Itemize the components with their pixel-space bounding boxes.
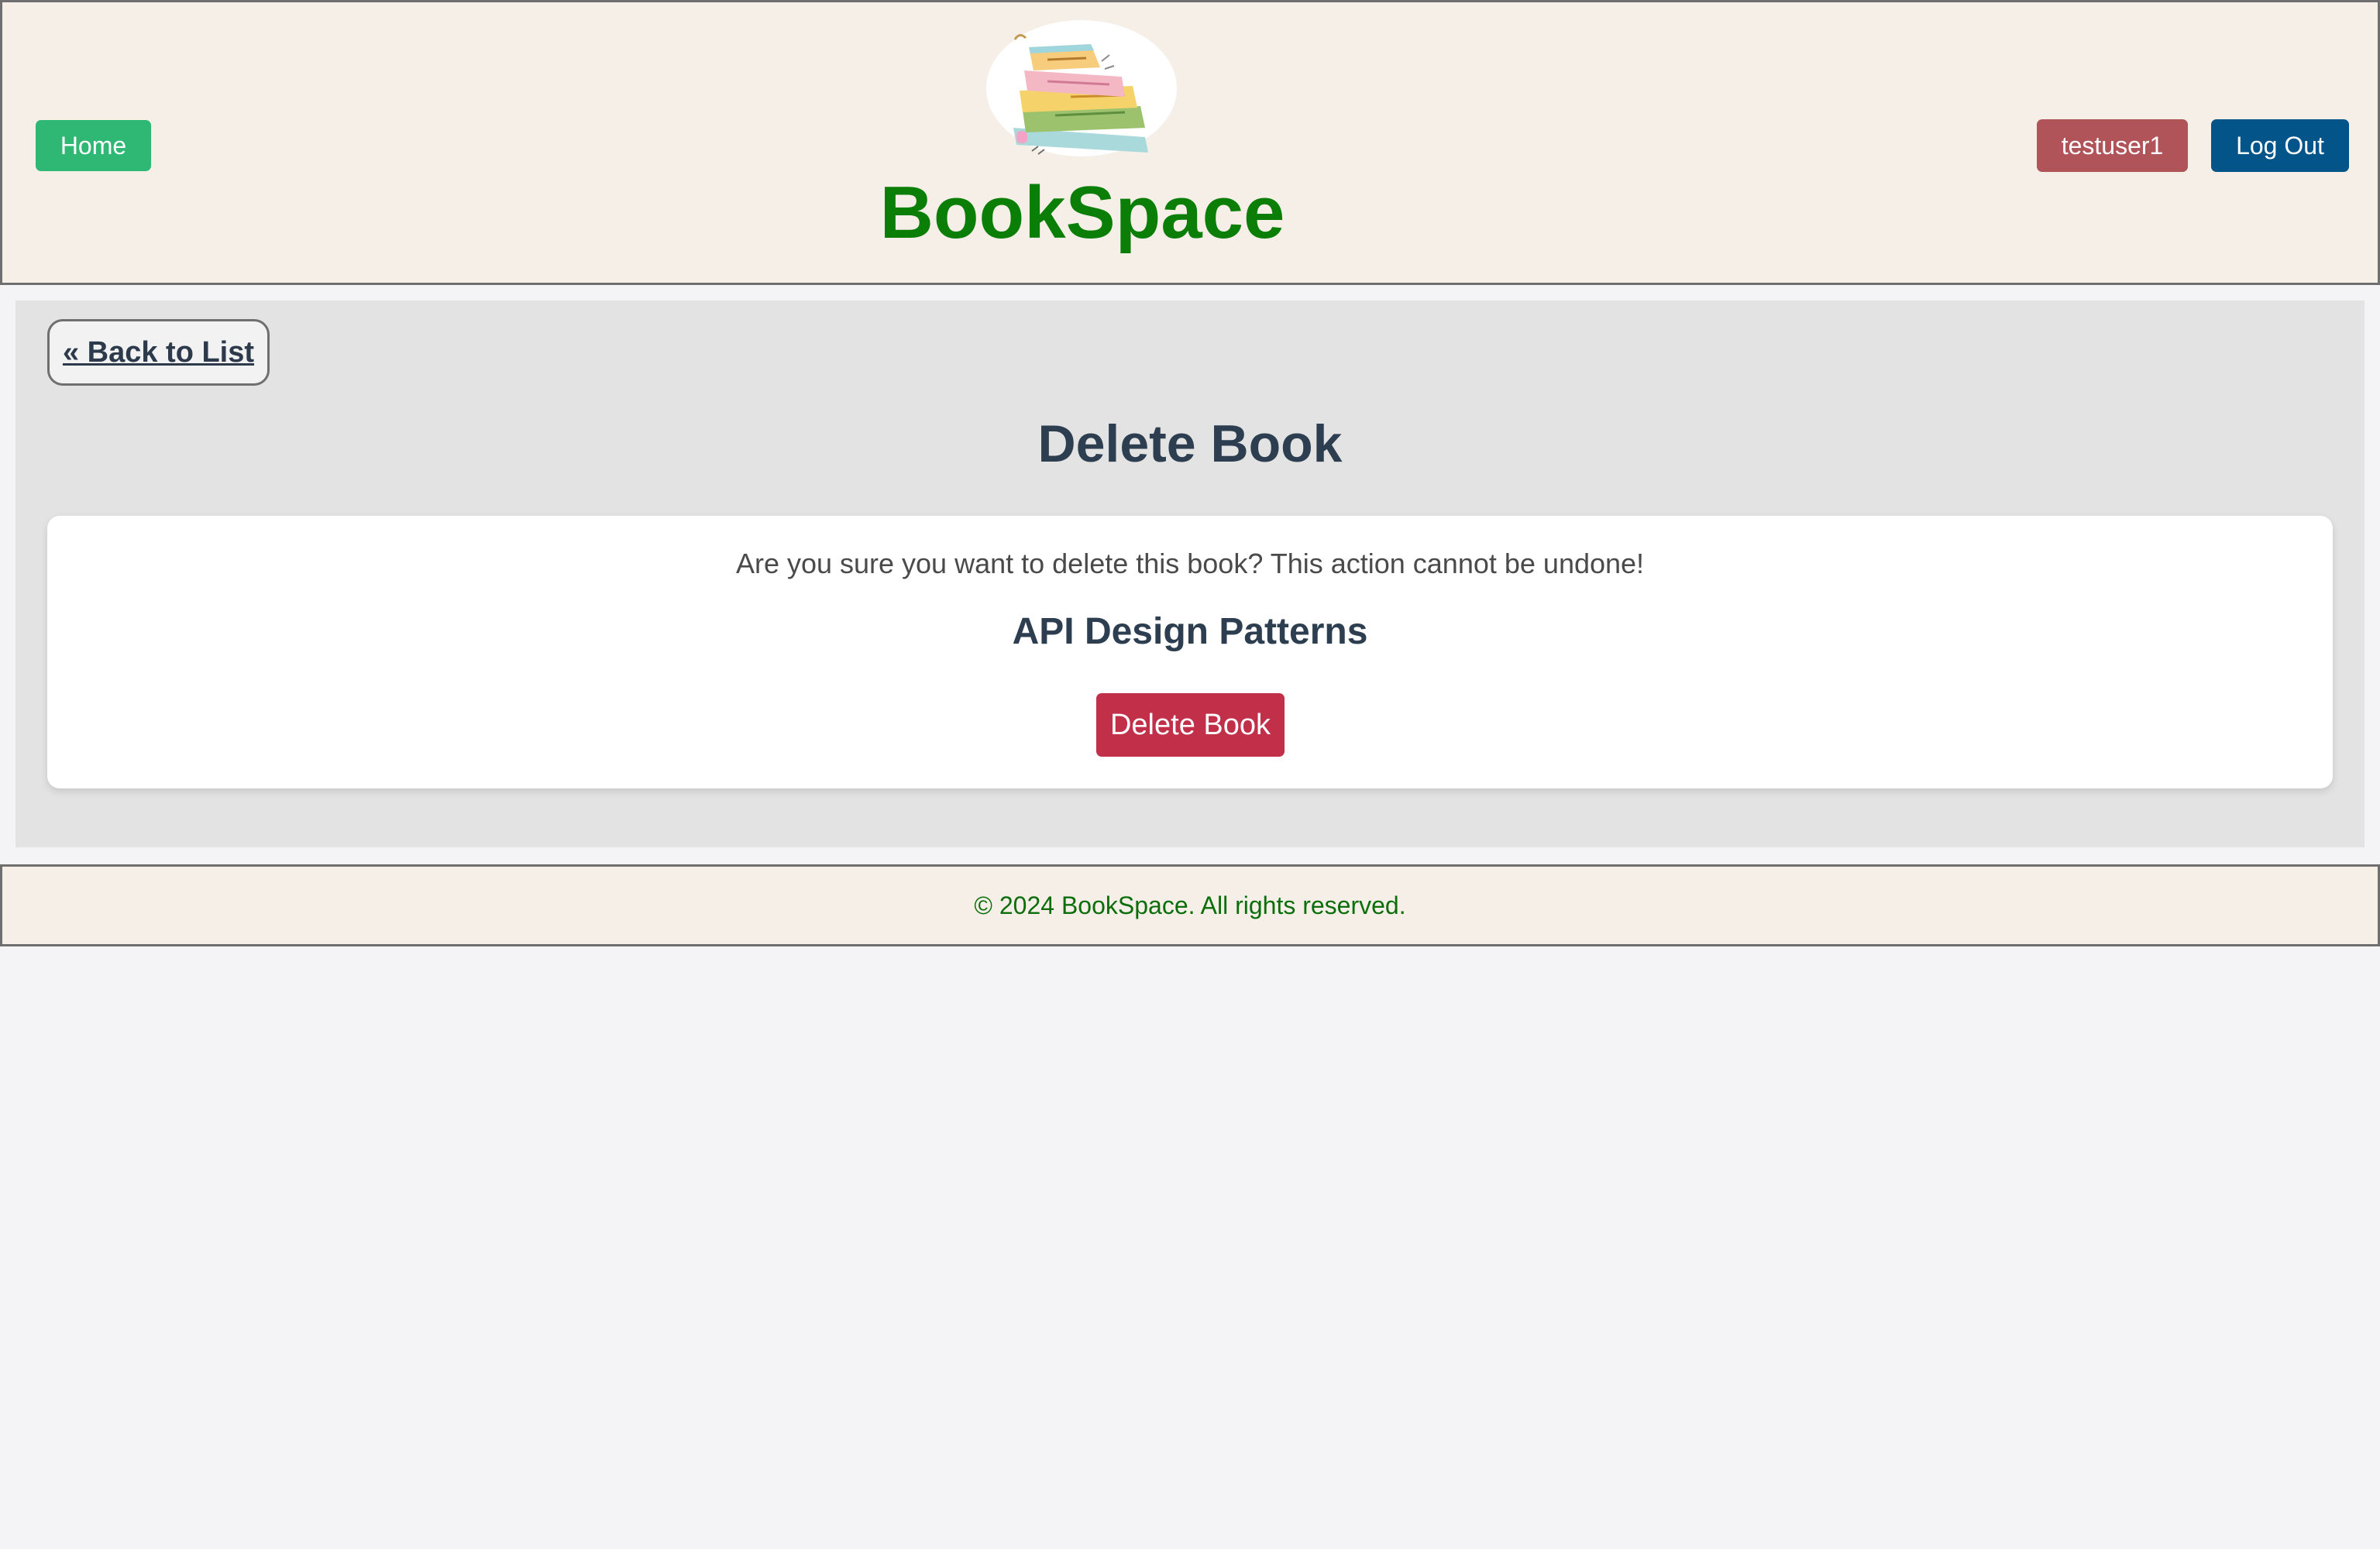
books-logo-icon (986, 20, 1177, 156)
page-title: Delete Book (1037, 414, 1343, 473)
site-header: Home BookSpace testuser1 Log Out (0, 0, 2380, 285)
main-content: « Back to List Delete Book Are you sure … (15, 301, 2365, 847)
back-to-list-link[interactable]: « Back to List (47, 319, 270, 386)
copyright-text: © 2024 BookSpace. All rights reserved. (974, 891, 1406, 919)
brand-title: BookSpace (879, 171, 1285, 254)
user-profile-button[interactable]: testuser1 (2037, 119, 2188, 172)
delete-book-button[interactable]: Delete Book (1096, 693, 1285, 757)
logout-button[interactable]: Log Out (2211, 119, 2349, 172)
confirmation-message: Are you sure you want to delete this boo… (735, 548, 1645, 579)
site-footer: © 2024 BookSpace. All rights reserved. (0, 864, 2380, 946)
home-button[interactable]: Home (36, 120, 151, 171)
book-title: API Design Patterns (1012, 611, 1368, 652)
delete-confirmation-card: Are you sure you want to delete this boo… (47, 516, 2333, 788)
